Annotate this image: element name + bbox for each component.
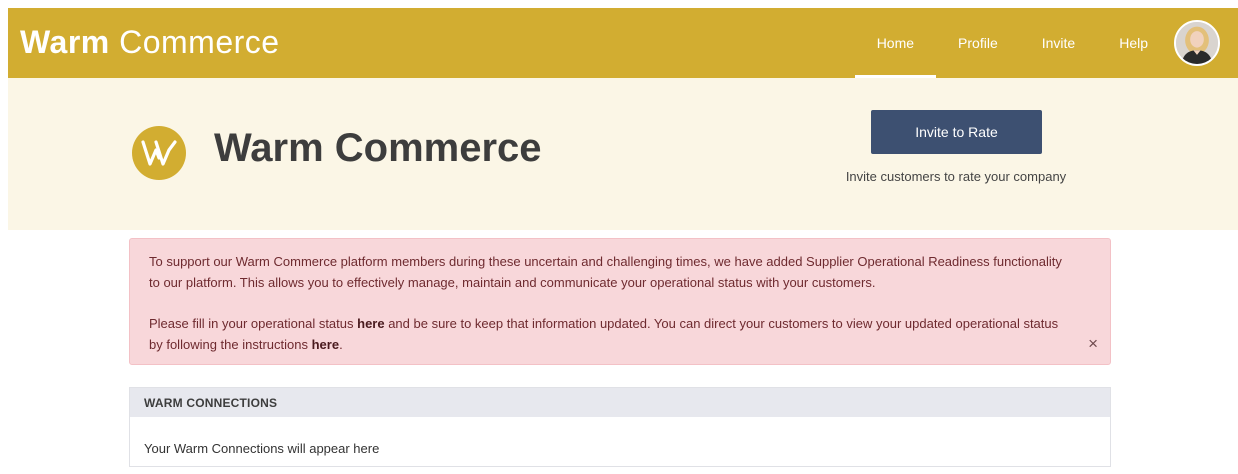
operational-status-link[interactable]: here <box>357 316 384 331</box>
brand-light-text: Commerce <box>119 24 280 60</box>
brand-bold-text: Warm <box>20 24 110 60</box>
user-avatar-icon[interactable] <box>1174 20 1220 66</box>
company-title: Warm Commerce <box>214 126 542 170</box>
brand-logo[interactable]: Warm Commerce <box>20 24 280 61</box>
warm-connections-panel: WARM CONNECTIONS Your Warm Connections w… <box>129 387 1111 467</box>
alert-text-c: . <box>339 337 343 352</box>
alert-text-a: Please fill in your operational status <box>149 316 358 331</box>
nav-profile[interactable]: Profile <box>936 8 1020 78</box>
company-header: Warm Commerce Invite to Rate Invite cust… <box>8 78 1238 230</box>
nav-help[interactable]: Help <box>1097 8 1170 78</box>
nav-home[interactable]: Home <box>854 8 937 78</box>
invite-caption: Invite customers to rate your company <box>845 169 1067 184</box>
main-nav: Home Profile Invite Help <box>854 8 1238 78</box>
alert-paragraph-2: Please fill in your operational status h… <box>149 313 1070 355</box>
close-icon[interactable]: × <box>1088 335 1098 352</box>
operational-readiness-alert: To support our Warm Commerce platform me… <box>129 238 1111 365</box>
alert-paragraph-1: To support our Warm Commerce platform me… <box>149 254 1062 290</box>
nav-invite[interactable]: Invite <box>1020 8 1097 78</box>
company-logo-icon <box>132 126 186 180</box>
invite-to-rate-button[interactable]: Invite to Rate <box>871 110 1042 154</box>
empty-state-text: Your Warm Connections will appear here <box>144 441 380 456</box>
panel-heading: WARM CONNECTIONS <box>130 388 1110 417</box>
instructions-link[interactable]: here <box>312 337 339 352</box>
top-navbar: Warm Commerce Home Profile Invite Help <box>8 8 1238 78</box>
